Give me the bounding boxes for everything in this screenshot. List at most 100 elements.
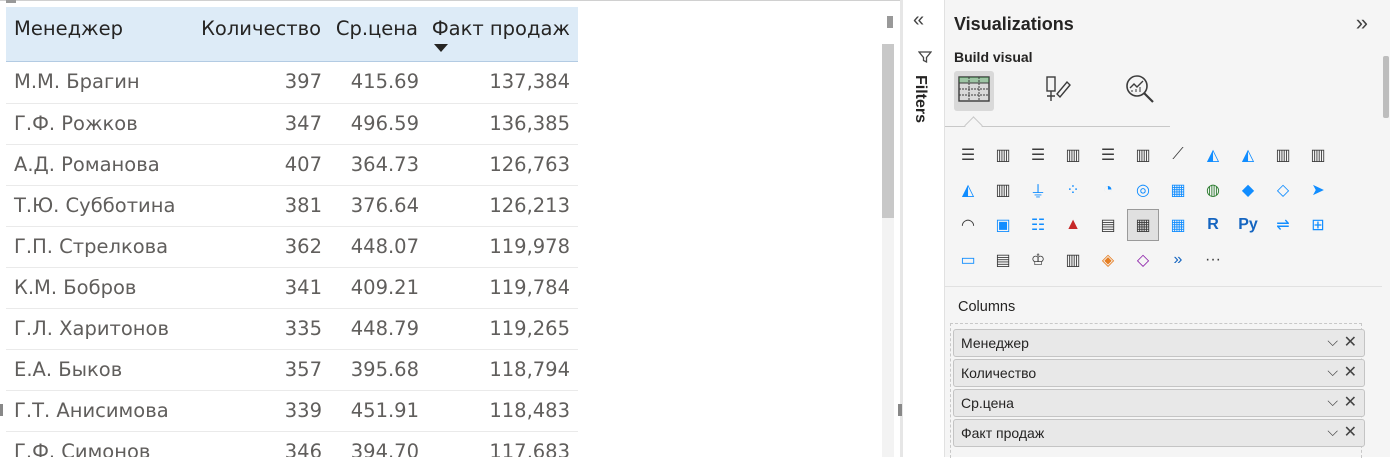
table-row[interactable]: Г.Л. Харитонов 335 448.79 119,265 — [6, 309, 578, 350]
table-row[interactable]: Т.Ю. Субботина 381 376.64 126,213 — [6, 186, 578, 227]
expand-pane-icon[interactable]: » — [1356, 10, 1368, 36]
column-field-pill[interactable]: Количество ⌵ ✕ — [953, 359, 1365, 387]
stacked-column-icon[interactable]: ▥ — [988, 140, 1018, 170]
analytics-tab[interactable] — [1120, 71, 1160, 111]
cell-sales: 119,265 — [489, 317, 570, 340]
cell-sales: 126,213 — [489, 194, 570, 217]
column-header-sales[interactable]: Факт продаж — [432, 17, 570, 40]
column-header-avg-price[interactable]: Ср.цена — [336, 17, 418, 40]
resize-handle[interactable] — [6, 0, 16, 3]
close-icon[interactable]: ✕ — [1344, 422, 1357, 442]
key-influencers-icon[interactable]: ⇌ — [1268, 210, 1298, 240]
funnel-icon[interactable]: ⏚ — [1023, 175, 1053, 205]
column-field-pill[interactable]: Факт продаж ⌵ ✕ — [953, 419, 1365, 447]
collapse-filters-icon[interactable]: « — [913, 10, 924, 30]
filters-pane-collapsed[interactable]: « Filters — [903, 0, 945, 457]
python-visual-icon[interactable]: Py — [1233, 210, 1263, 240]
slicer-icon[interactable]: ▤ — [1093, 210, 1123, 240]
cell-quantity: 407 — [284, 153, 322, 176]
cell-manager: Г.Ф. Симонов — [14, 440, 151, 457]
treemap-icon[interactable]: ▦ — [1163, 175, 1193, 205]
table-row[interactable]: Г.Ф. Рожков 347 496.59 136,385 — [6, 104, 578, 145]
filled-map-icon[interactable]: ◆ — [1233, 175, 1263, 205]
stacked-area-icon[interactable]: ◭ — [1233, 140, 1263, 170]
line-column-icon[interactable]: ▥ — [1268, 140, 1298, 170]
cell-quantity: 397 — [284, 70, 322, 93]
r-visual-icon[interactable]: R — [1198, 210, 1228, 240]
format-visual-tab[interactable] — [1037, 71, 1077, 111]
cell-avg-price: 409.21 — [350, 276, 419, 299]
canvas-border — [0, 0, 900, 1]
pane-scrollbar-thumb[interactable] — [1383, 56, 1389, 118]
decomposition-tree-icon[interactable]: ⊞ — [1303, 210, 1333, 240]
cell-quantity: 381 — [284, 194, 322, 217]
clustered-bar-icon[interactable]: ☰ — [1023, 140, 1053, 170]
power-automate-icon[interactable]: » — [1163, 245, 1193, 275]
column-header-manager[interactable]: Менеджер — [14, 17, 123, 40]
chevron-down-icon[interactable]: ⌵ — [1327, 363, 1338, 380]
table-row[interactable]: А.Д. Романова 407 364.73 126,763 — [6, 145, 578, 186]
pane-resize-handle[interactable] — [898, 404, 902, 416]
stacked-bar-icon[interactable]: ☰ — [953, 140, 983, 170]
matrix-icon[interactable]: ▦ — [1163, 210, 1193, 240]
donut-icon[interactable]: ◎ — [1128, 175, 1158, 205]
resize-handle[interactable] — [887, 16, 893, 28]
shape-map-icon[interactable]: ◇ — [1268, 175, 1298, 205]
multi-row-card-icon[interactable]: ☷ — [1023, 210, 1053, 240]
100-stacked-column-icon[interactable]: ▥ — [1128, 140, 1158, 170]
smart-narrative-icon[interactable]: ▤ — [988, 245, 1018, 275]
line-icon[interactable]: ⟋ — [1163, 140, 1193, 170]
filters-label[interactable]: Filters — [911, 75, 929, 123]
kpi-icon[interactable]: ▲ — [1058, 210, 1088, 240]
power-apps-icon[interactable]: ◇ — [1128, 245, 1158, 275]
paginated-report-icon[interactable]: ▥ — [1058, 245, 1088, 275]
close-icon[interactable]: ✕ — [1344, 332, 1357, 352]
cell-manager: Г.Т. Анисимова — [14, 399, 169, 422]
cell-manager: Г.Л. Харитонов — [14, 317, 169, 340]
chevron-down-icon[interactable]: ⌵ — [1327, 423, 1338, 440]
sort-descending-icon[interactable] — [434, 44, 448, 52]
columns-well[interactable]: Менеджер ⌵ ✕ Количество ⌵ ✕ Ср.цена ⌵ ✕ … — [950, 323, 1365, 458]
resize-handle[interactable] — [0, 404, 3, 416]
canvas-scrollbar-thumb[interactable] — [882, 44, 894, 218]
close-icon[interactable]: ✕ — [1344, 392, 1357, 412]
column-field-pill[interactable]: Ср.цена ⌵ ✕ — [953, 389, 1365, 417]
column-header-quantity[interactable]: Количество — [201, 17, 321, 40]
cell-sales: 137,384 — [489, 70, 570, 93]
arcgis-icon[interactable]: ◈ — [1093, 245, 1123, 275]
gauge-icon[interactable]: ◠ — [953, 210, 983, 240]
cell-sales: 119,978 — [489, 235, 570, 258]
map-icon[interactable]: ◍ — [1198, 175, 1228, 205]
chevron-down-icon[interactable]: ⌵ — [1327, 333, 1338, 350]
table-row[interactable]: К.М. Бобров 341 409.21 119,784 — [6, 268, 578, 309]
metrics-icon[interactable]: ♔ — [1023, 245, 1053, 275]
ribbon-icon[interactable]: ◭ — [953, 175, 983, 205]
table-row[interactable]: Е.А. Быков 357 395.68 118,794 — [6, 350, 578, 391]
table-visual[interactable]: Менеджер Количество Ср.цена Факт продаж … — [6, 7, 578, 457]
build-visual-tab[interactable] — [954, 71, 994, 111]
card-icon[interactable]: ▣ — [988, 210, 1018, 240]
100-stacked-bar-icon[interactable]: ☰ — [1093, 140, 1123, 170]
clustered-column-icon[interactable]: ▥ — [1058, 140, 1088, 170]
line-clustered-column-icon[interactable]: ▥ — [1303, 140, 1333, 170]
table-row[interactable]: Г.Ф. Симонов 346 394.70 117,683 — [6, 432, 578, 457]
area-icon[interactable]: ◭ — [1198, 140, 1228, 170]
waterfall-icon[interactable]: ▥ — [988, 175, 1018, 205]
cell-quantity: 357 — [284, 358, 322, 381]
pie-icon[interactable]: ◔ — [1093, 175, 1123, 205]
cell-avg-price: 415.69 — [350, 70, 419, 93]
more-icon[interactable]: ··· — [1198, 245, 1228, 275]
cell-quantity: 341 — [284, 276, 322, 299]
azure-map-icon[interactable]: ➤ — [1303, 175, 1333, 205]
table-icon[interactable]: ▦ — [1127, 209, 1159, 241]
build-visual-icon — [958, 75, 990, 107]
qa-icon[interactable]: ▭ — [953, 245, 983, 275]
cell-quantity: 346 — [284, 440, 322, 457]
table-row[interactable]: М.М. Брагин 397 415.69 137,384 — [6, 62, 578, 104]
close-icon[interactable]: ✕ — [1344, 362, 1357, 382]
table-row[interactable]: Г.Т. Анисимова 339 451.91 118,483 — [6, 391, 578, 432]
column-field-pill[interactable]: Менеджер ⌵ ✕ — [953, 329, 1365, 357]
chevron-down-icon[interactable]: ⌵ — [1327, 393, 1338, 410]
table-row[interactable]: Г.П. Стрелкова 362 448.07 119,978 — [6, 227, 578, 268]
scatter-icon[interactable]: ⁘ — [1058, 175, 1088, 205]
